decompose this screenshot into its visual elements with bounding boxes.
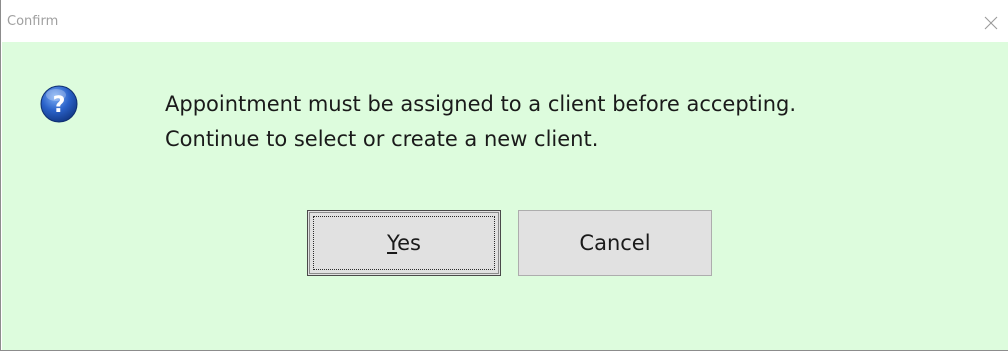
close-icon — [984, 16, 998, 30]
dialog-body: ? Appointment must be assigned to a clie… — [2, 42, 1008, 350]
svg-text:?: ? — [53, 93, 66, 118]
window-title: Confirm — [7, 14, 59, 29]
message-text: Appointment must be assigned to a client… — [165, 87, 796, 157]
title-bar[interactable]: Confirm — [2, 0, 1008, 42]
yes-button[interactable]: Yes — [307, 210, 501, 276]
cancel-button[interactable]: Cancel — [518, 210, 712, 276]
cancel-button-label: Cancel — [579, 231, 651, 255]
yes-label-rest: es — [397, 231, 421, 255]
message-line: Appointment must be assigned to a client… — [165, 92, 797, 116]
message-line: Continue to select or create a new clien… — [165, 127, 599, 151]
confirm-dialog: Confirm ? Appointment must be assigned t… — [0, 0, 1008, 351]
yes-mnemonic: Y — [387, 231, 398, 255]
yes-button-label: Yes — [387, 231, 421, 255]
question-icon: ? — [40, 85, 78, 123]
close-button[interactable] — [976, 8, 1006, 38]
